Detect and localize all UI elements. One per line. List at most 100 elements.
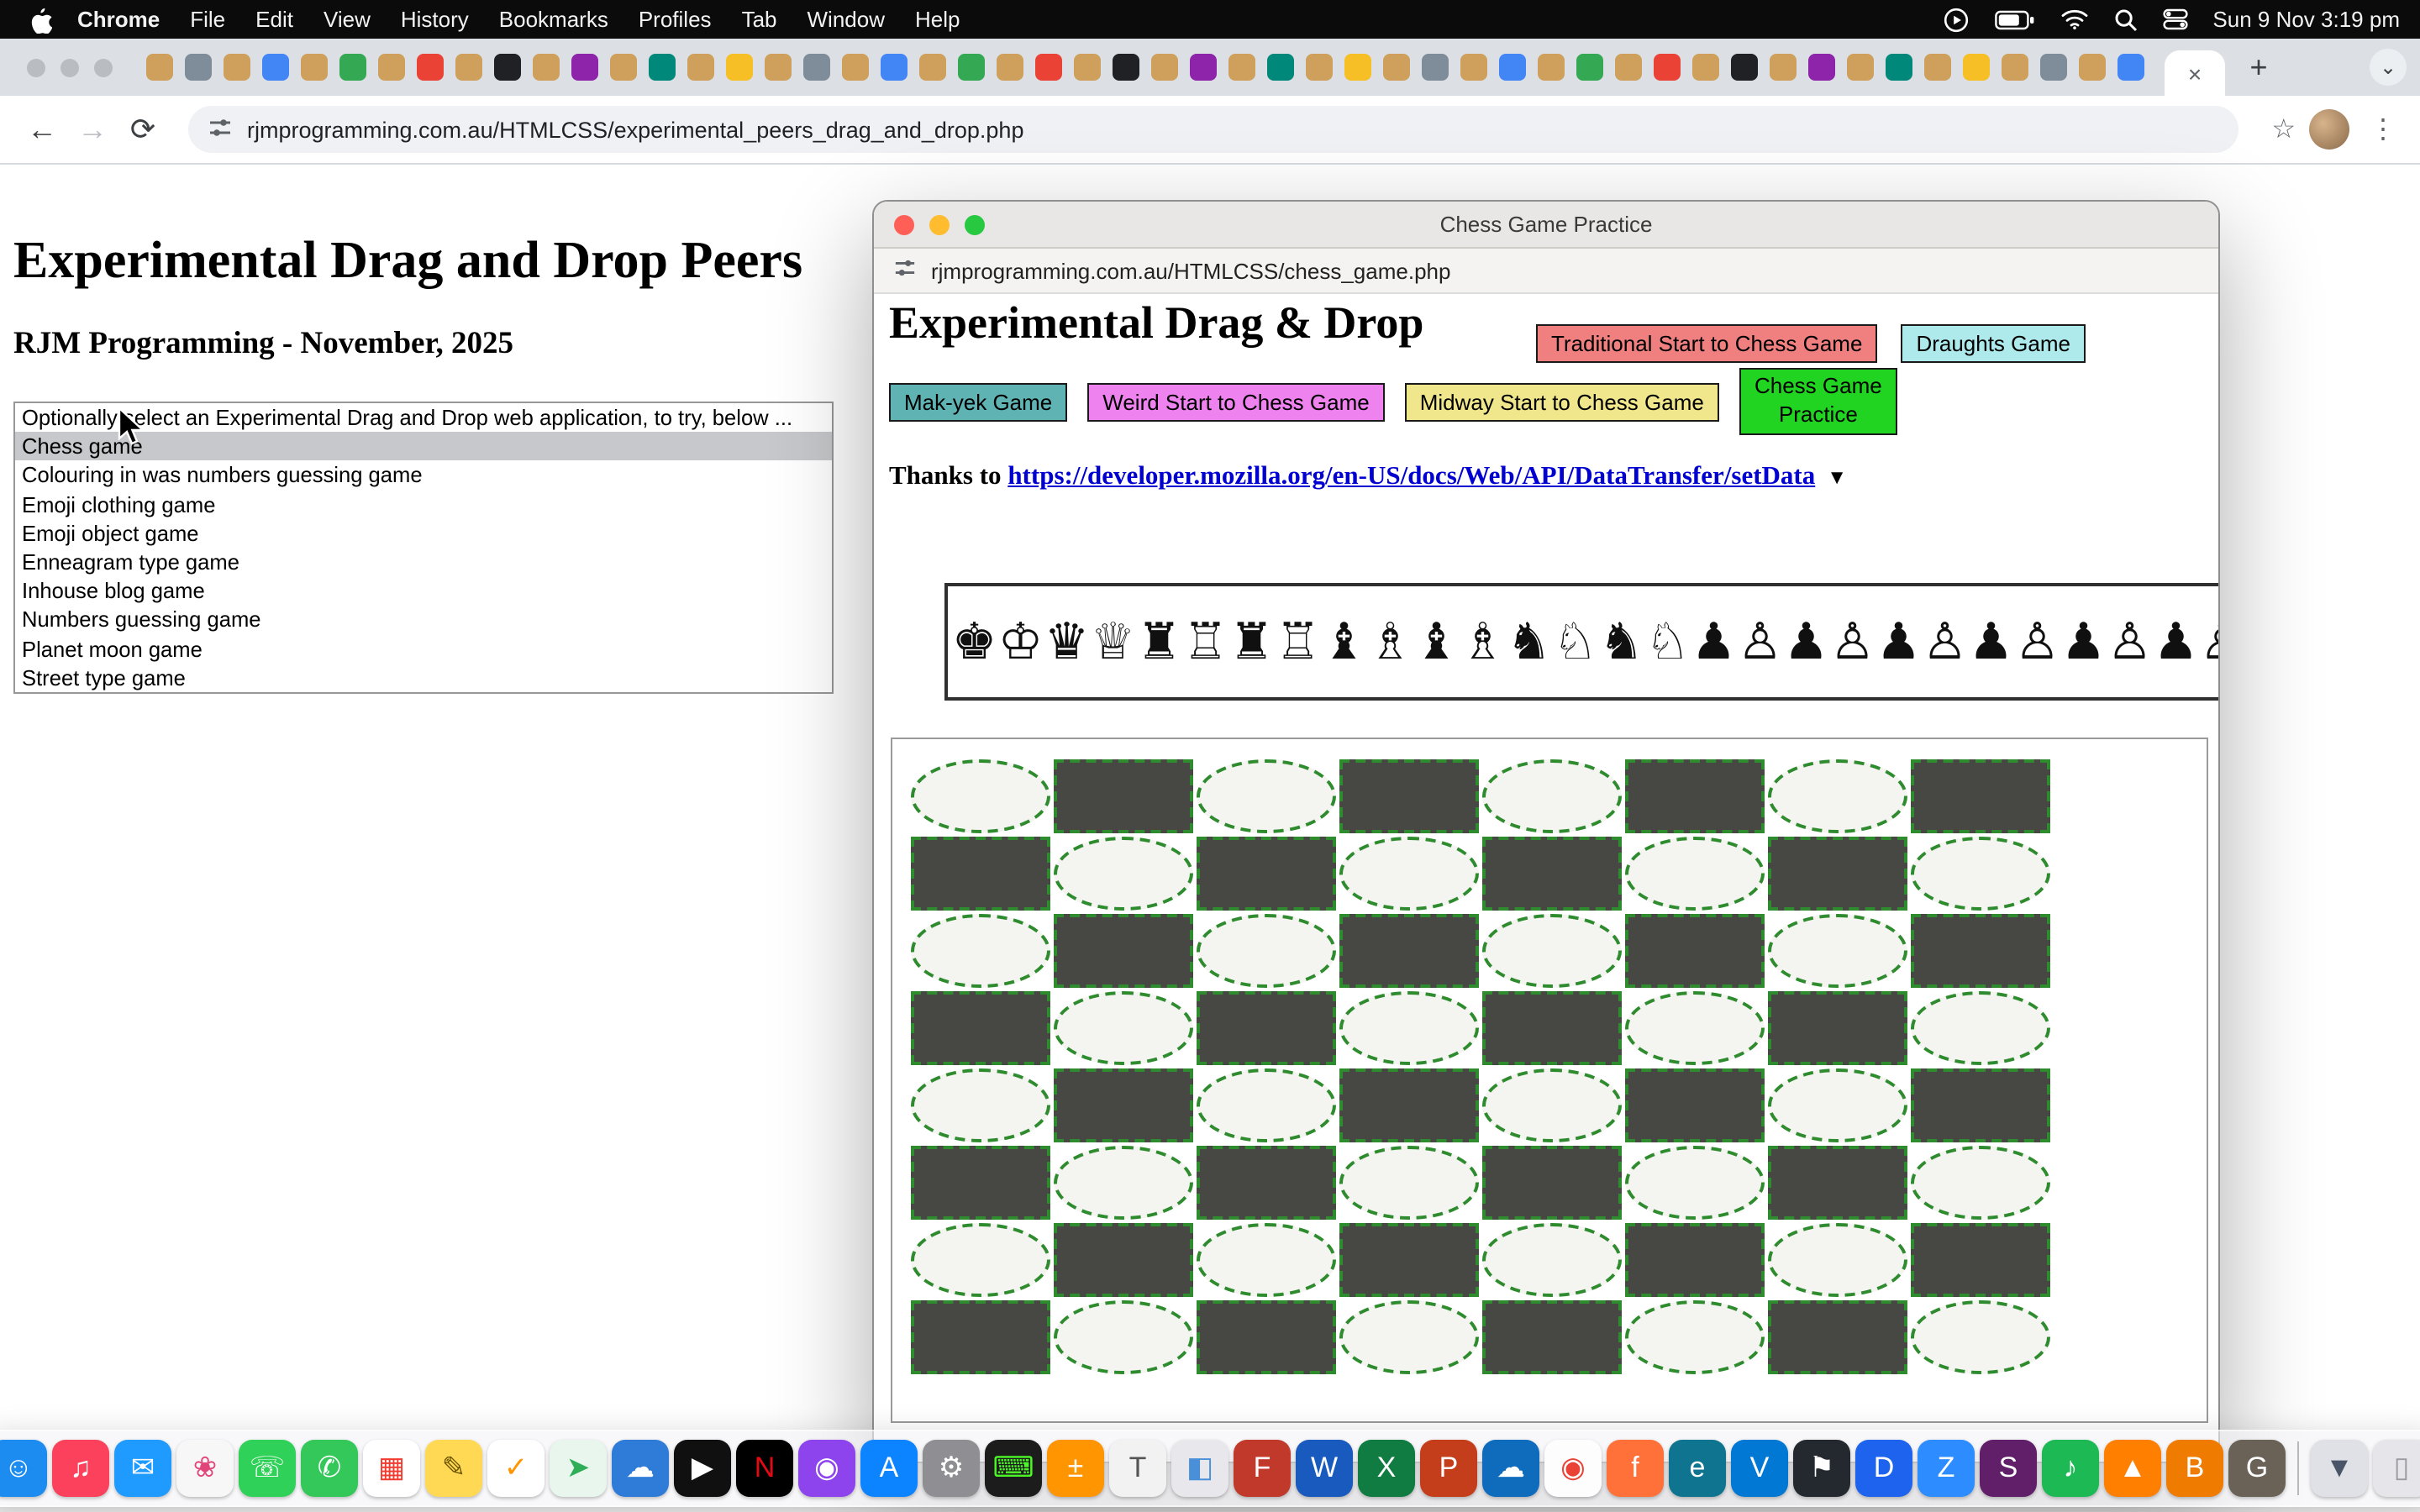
dock-vscode-icon[interactable]: V bbox=[1731, 1440, 1788, 1497]
listbox-option[interactable]: Emoji clothing game bbox=[15, 490, 832, 518]
board-cell[interactable] bbox=[1625, 1068, 1765, 1142]
site-settings-icon[interactable] bbox=[208, 115, 232, 144]
pinned-tab[interactable] bbox=[1770, 54, 1797, 81]
board-cell[interactable] bbox=[1339, 1300, 1479, 1374]
dock-word-icon[interactable]: W bbox=[1296, 1440, 1353, 1497]
pinned-tab[interactable] bbox=[2079, 54, 2106, 81]
board-cell[interactable] bbox=[1197, 914, 1336, 988]
dock-netflix-icon[interactable]: N bbox=[736, 1440, 793, 1497]
dock-apple-tv-icon[interactable]: ▶ bbox=[674, 1440, 731, 1497]
pinned-tab[interactable] bbox=[997, 54, 1023, 81]
listbox-option[interactable]: Numbers guessing game bbox=[15, 606, 832, 634]
dock-finder-icon[interactable]: ☺ bbox=[0, 1440, 47, 1497]
pinned-tab[interactable] bbox=[1886, 54, 1912, 81]
board-cell[interactable] bbox=[1625, 991, 1765, 1065]
chess-piece[interactable]: ♞ bbox=[1598, 612, 1644, 671]
board-cell[interactable] bbox=[1054, 1146, 1193, 1220]
dock-calculator-icon[interactable]: ± bbox=[1047, 1440, 1104, 1497]
chess-game-practice-button[interactable]: Chess Game Practice bbox=[1739, 368, 1897, 435]
control-center-icon[interactable] bbox=[2162, 8, 2187, 30]
board-cell[interactable] bbox=[911, 1068, 1050, 1142]
back-button[interactable]: ← bbox=[17, 104, 67, 155]
dock-firefox-icon[interactable]: f bbox=[1607, 1440, 1664, 1497]
traditional-start-button[interactable]: Traditional Start to Chess Game bbox=[1536, 324, 1877, 363]
pinned-tab[interactable] bbox=[1190, 54, 1217, 81]
board-cell[interactable] bbox=[1482, 991, 1622, 1065]
pinned-tab[interactable] bbox=[1692, 54, 1719, 81]
dock-maps-icon[interactable]: ➤ bbox=[550, 1440, 607, 1497]
listbox-option[interactable]: Colouring in was numbers guessing game bbox=[15, 461, 832, 490]
pinned-tab[interactable] bbox=[881, 54, 908, 81]
pinned-tab[interactable] bbox=[1460, 54, 1487, 81]
board-cell[interactable] bbox=[911, 914, 1050, 988]
pinned-tab[interactable] bbox=[1306, 54, 1333, 81]
board-cell[interactable] bbox=[1054, 837, 1193, 911]
board-cell[interactable] bbox=[1054, 1068, 1193, 1142]
chess-piece[interactable]: ♙ bbox=[1829, 612, 1876, 671]
dock-slack-icon[interactable]: S bbox=[1980, 1440, 2037, 1497]
board-cell[interactable] bbox=[1197, 1300, 1336, 1374]
pinned-tab[interactable] bbox=[1654, 54, 1681, 81]
chess-piece[interactable]: ♞ bbox=[1506, 612, 1552, 671]
menu-item-file[interactable]: File bbox=[175, 7, 240, 32]
board-cell[interactable] bbox=[1197, 759, 1336, 833]
listbox-option[interactable]: Planet moon game bbox=[15, 634, 832, 663]
popup-close-button[interactable] bbox=[894, 214, 914, 234]
board-cell[interactable] bbox=[911, 759, 1050, 833]
board-cell[interactable] bbox=[1911, 1068, 2050, 1142]
board-cell[interactable] bbox=[1482, 1146, 1622, 1220]
address-bar[interactable]: rjmprogramming.com.au/HTMLCSS/experiment… bbox=[188, 106, 2238, 153]
pinned-tab[interactable] bbox=[378, 54, 405, 81]
pinned-tab[interactable] bbox=[1963, 54, 1990, 81]
pinned-tab[interactable] bbox=[185, 54, 212, 81]
chess-piece[interactable]: ♟ bbox=[2153, 612, 2199, 671]
popup-site-settings-icon[interactable] bbox=[894, 257, 916, 284]
browser-menu-icon[interactable]: ⋮ bbox=[2370, 113, 2396, 146]
dock-system-settings-icon[interactable]: ⚙ bbox=[923, 1440, 980, 1497]
pinned-tab[interactable] bbox=[726, 54, 753, 81]
chess-piece[interactable]: ♟ bbox=[1876, 612, 1922, 671]
screen-record-icon[interactable] bbox=[1942, 6, 1969, 33]
board-cell[interactable] bbox=[1911, 914, 2050, 988]
board-cell[interactable] bbox=[1197, 991, 1336, 1065]
new-tab-button[interactable]: + bbox=[2238, 47, 2279, 87]
listbox-option[interactable]: Inhouse blog game bbox=[15, 576, 832, 605]
board-cell[interactable] bbox=[1911, 759, 2050, 833]
board-cell[interactable] bbox=[911, 837, 1050, 911]
pinned-tab[interactable] bbox=[146, 54, 173, 81]
search-icon[interactable] bbox=[2113, 8, 2137, 31]
pinned-tab[interactable] bbox=[1847, 54, 1874, 81]
board-cell[interactable] bbox=[1339, 991, 1479, 1065]
board-cell[interactable] bbox=[1768, 1223, 1907, 1297]
board-cell[interactable] bbox=[1625, 759, 1765, 833]
pinned-tab[interactable] bbox=[610, 54, 637, 81]
board-cell[interactable] bbox=[911, 1223, 1050, 1297]
reload-button[interactable]: ⟳ bbox=[118, 104, 168, 155]
dock-vlc-icon[interactable]: ▲ bbox=[2104, 1440, 2161, 1497]
dock-music-icon[interactable]: ♫ bbox=[52, 1440, 109, 1497]
board-cell[interactable] bbox=[911, 1300, 1050, 1374]
board-cell[interactable] bbox=[1339, 759, 1479, 833]
board-cell[interactable] bbox=[911, 1146, 1050, 1220]
minimize-window-button[interactable] bbox=[60, 58, 79, 76]
midway-start-button[interactable]: Midway Start to Chess Game bbox=[1405, 382, 1719, 421]
board-cell[interactable] bbox=[1768, 1300, 1907, 1374]
dock-notes-icon[interactable]: ✎ bbox=[425, 1440, 482, 1497]
pinned-tab[interactable] bbox=[687, 54, 714, 81]
pinned-tab[interactable] bbox=[765, 54, 792, 81]
dock-filezilla-icon[interactable]: F bbox=[1234, 1440, 1291, 1497]
apple-menu-icon[interactable] bbox=[30, 6, 52, 33]
board-cell[interactable] bbox=[1625, 914, 1765, 988]
menu-item-bookmarks[interactable]: Bookmarks bbox=[484, 7, 623, 32]
pinned-tab[interactable] bbox=[417, 54, 444, 81]
chess-piece[interactable]: ♙ bbox=[2014, 612, 2060, 671]
wifi-icon[interactable] bbox=[2060, 8, 2088, 30]
board-cell[interactable] bbox=[911, 991, 1050, 1065]
board-cell[interactable] bbox=[1339, 1068, 1479, 1142]
dock-blender-icon[interactable]: B bbox=[2166, 1440, 2223, 1497]
board-cell[interactable] bbox=[1054, 1300, 1193, 1374]
tab-close-icon[interactable]: × bbox=[2188, 60, 2202, 87]
board-cell[interactable] bbox=[1911, 1300, 2050, 1374]
draughts-button[interactable]: Draughts Game bbox=[1901, 324, 2086, 363]
board-cell[interactable] bbox=[1768, 991, 1907, 1065]
